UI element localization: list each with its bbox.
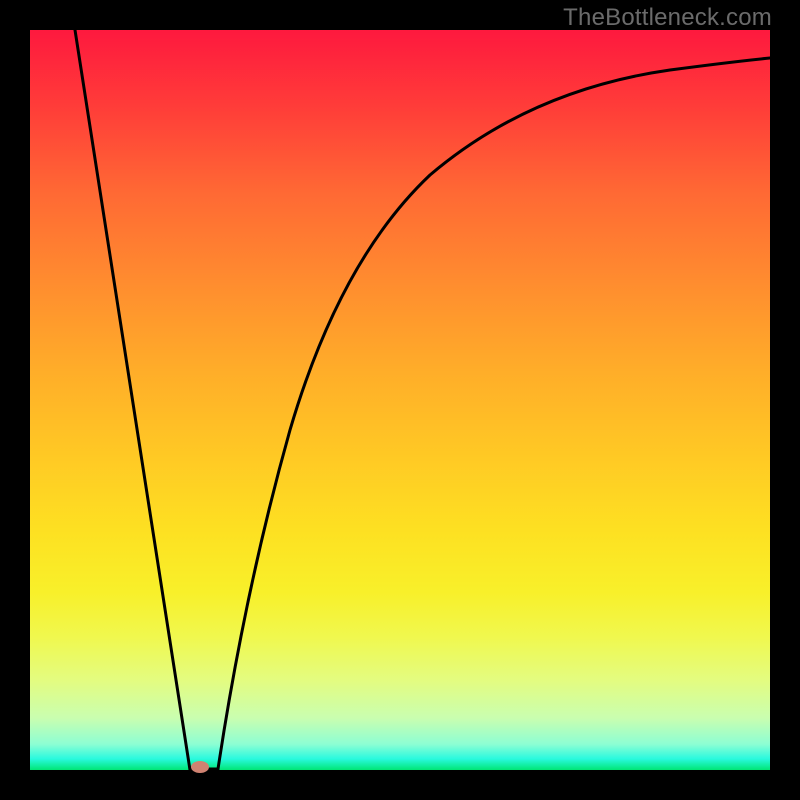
watermark-text: TheBottleneck.com — [563, 4, 772, 32]
plot-area — [30, 30, 770, 770]
curve-right-ascent — [218, 58, 770, 769]
curve-left-descent — [75, 30, 190, 770]
chart-frame: TheBottleneck.com — [0, 0, 800, 800]
bottleneck-curve — [30, 30, 770, 770]
optimal-point-marker — [191, 761, 209, 773]
